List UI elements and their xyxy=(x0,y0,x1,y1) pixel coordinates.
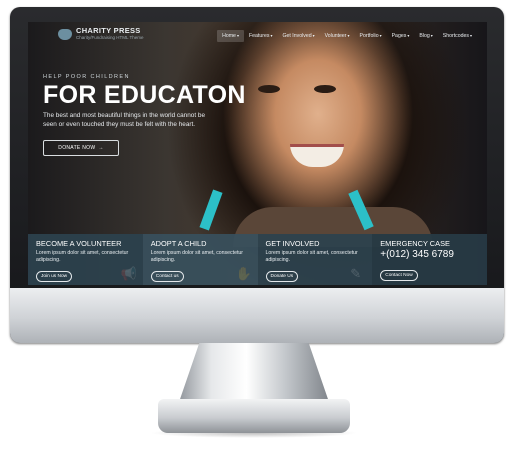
main-nav: Home▾ Features▾ Get Involved▾ Volunteer▾… xyxy=(217,30,477,42)
monitor-stand-neck xyxy=(178,343,330,405)
donate-button-label: DONATE NOW xyxy=(58,145,96,151)
nav-item-label: Features xyxy=(248,33,270,39)
contact-now-button[interactable]: Contact Now xyxy=(380,270,418,281)
panel-text: Lorem ipsum dolor sit amet, consectetur … xyxy=(265,250,358,263)
nav-item-label: Shortcodes xyxy=(442,33,469,39)
panel-title: GET INVOLVED xyxy=(265,239,320,248)
megaphone-icon: 📢 xyxy=(120,266,137,281)
nav-item-label: Get Involved xyxy=(282,33,312,39)
logo-subtitle: Charity/Fundraising HTML Theme xyxy=(76,35,144,40)
hands-icon: ✋ xyxy=(235,266,252,281)
nav-item-portfolio[interactable]: Portfolio▾ xyxy=(355,30,387,42)
nav-item-label: Home xyxy=(222,33,236,39)
chevron-down-icon: ▾ xyxy=(430,33,433,38)
hero-photo-eye-right xyxy=(314,85,336,93)
donate-us-button[interactable]: Donate Us xyxy=(265,271,299,282)
site-header: CHARITY PRESS Charity/Fundraising HTML T… xyxy=(28,22,487,48)
nav-item-home[interactable]: Home▾ xyxy=(217,30,244,42)
hero-kicker: HELP POOR CHILDREN xyxy=(43,74,130,80)
panel-emergency: EMERGENCY CASE +(012) 345 6789 Contact N… xyxy=(372,234,487,285)
chevron-down-icon: ▾ xyxy=(347,33,350,38)
site-logo[interactable]: CHARITY PRESS Charity/Fundraising HTML T… xyxy=(58,27,144,41)
join-us-button[interactable]: Join us Now xyxy=(36,271,73,282)
nav-item-label: Pages xyxy=(391,33,407,39)
chevron-down-icon: ▾ xyxy=(469,33,472,38)
arrow-right-icon: → xyxy=(98,145,104,151)
hero-text-block: HELP POOR CHILDREN FOR EDUCATON The best… xyxy=(43,74,258,129)
hero-headline: FOR EDUCATON xyxy=(43,81,246,109)
nav-item-shortcodes[interactable]: Shortcodes▾ xyxy=(438,30,477,42)
chevron-down-icon: ▾ xyxy=(379,33,382,38)
panel-title: EMERGENCY CASE xyxy=(380,239,450,248)
website-screen: CHARITY PRESS Charity/Fundraising HTML T… xyxy=(28,22,487,285)
nav-item-features[interactable]: Features▾ xyxy=(244,30,278,42)
heart-logo-icon xyxy=(58,28,72,40)
panel-text: Lorem ipsum dolor sit amet, consectetur … xyxy=(36,250,129,263)
chevron-down-icon: ▾ xyxy=(270,33,273,38)
hero-description: The best and most beautiful things in th… xyxy=(43,112,205,128)
panel-get-involved: GET INVOLVED Lorem ipsum dolor sit amet,… xyxy=(257,234,373,285)
contact-us-button[interactable]: Contact us xyxy=(150,271,184,282)
chevron-down-icon: ▾ xyxy=(312,33,315,38)
monitor-chin xyxy=(10,288,504,343)
chevron-down-icon: ▾ xyxy=(236,33,239,38)
panel-title: BECOME A VOLUNTEER xyxy=(36,239,122,248)
nav-item-pages[interactable]: Pages▾ xyxy=(387,30,415,42)
pen-icon: ✎ xyxy=(350,266,362,281)
hero-photo-eye-left xyxy=(258,85,280,93)
donate-now-button[interactable]: DONATE NOW → xyxy=(43,140,119,156)
panel-text: Lorem ipsum dolor sit amet, consectetur … xyxy=(150,250,244,263)
panel-adopt: ADOPT A CHILD Lorem ipsum dolor sit amet… xyxy=(142,234,258,285)
emergency-phone[interactable]: +(012) 345 6789 xyxy=(380,249,479,261)
nav-item-label: Portfolio xyxy=(359,33,379,39)
feature-panels: BECOME A VOLUNTEER Lorem ipsum dolor sit… xyxy=(28,234,487,285)
logo-title: CHARITY PRESS xyxy=(76,26,141,35)
nav-item-label: Volunteer xyxy=(324,33,347,39)
chevron-down-icon: ▾ xyxy=(407,33,410,38)
nav-item-volunteer[interactable]: Volunteer▾ xyxy=(320,30,355,42)
nav-item-blog[interactable]: Blog▾ xyxy=(414,30,437,42)
panel-volunteer: BECOME A VOLUNTEER Lorem ipsum dolor sit… xyxy=(28,234,143,285)
nav-item-label: Blog xyxy=(419,33,430,39)
monitor-stand-base xyxy=(158,399,350,433)
nav-item-get-involved[interactable]: Get Involved▾ xyxy=(277,30,319,42)
panel-title: ADOPT A CHILD xyxy=(150,239,207,248)
